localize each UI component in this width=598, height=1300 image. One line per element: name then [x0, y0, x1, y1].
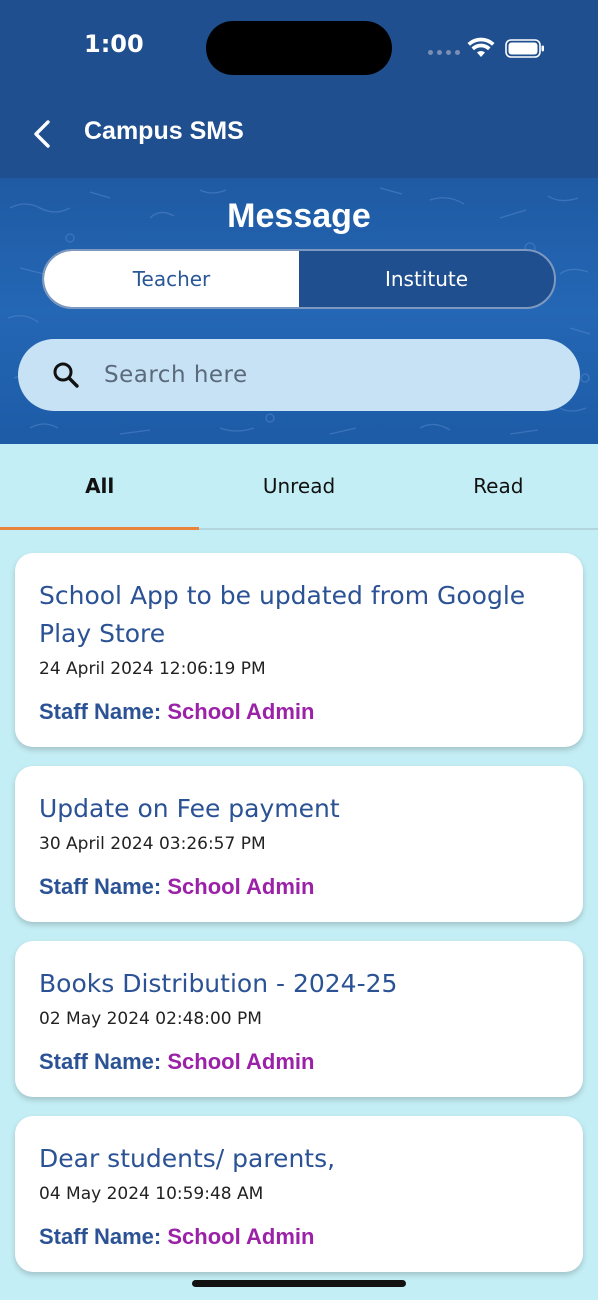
app-bar: Campus SMS: [0, 92, 598, 178]
staff-name: School Admin: [167, 874, 315, 899]
staff-label: Staff Name:: [39, 699, 162, 724]
search-bar: [18, 339, 580, 411]
message-card[interactable]: Dear students/ parents, 04 May 2024 10:5…: [15, 1116, 583, 1272]
app-title: Campus SMS: [84, 117, 244, 145]
tab-all[interactable]: All: [0, 444, 200, 530]
segment-institute[interactable]: Institute: [299, 251, 554, 307]
recipient-segmented-control: Teacher Institute: [42, 249, 556, 309]
page-title: Message: [227, 197, 371, 235]
wifi-icon: [467, 37, 495, 57]
staff-name: School Admin: [167, 699, 315, 724]
message-list: School App to be updated from Google Pla…: [15, 553, 583, 1291]
status-time: 1:00: [84, 30, 144, 58]
message-title: School App to be updated from Google Pla…: [39, 581, 526, 648]
battery-icon: [505, 39, 544, 58]
cellular-signal-icon: [428, 50, 460, 55]
staff-label: Staff Name:: [39, 874, 162, 899]
staff-label: Staff Name:: [39, 1049, 162, 1074]
staff-name: School Admin: [167, 1224, 315, 1249]
tab-read[interactable]: Read: [399, 444, 598, 528]
staff-label: Staff Name:: [39, 1224, 162, 1249]
message-staff: Staff Name: School Admin: [39, 874, 559, 900]
message-date: 04 May 2024 10:59:48 AM: [39, 1184, 264, 1204]
message-date: 30 April 2024 03:26:57 PM: [39, 834, 266, 854]
header-banner: Message Teacher Institute: [0, 178, 598, 444]
dynamic-island: [206, 21, 392, 75]
search-icon: [53, 362, 79, 388]
message-title: Update on Fee payment: [39, 794, 340, 823]
message-date: 24 April 2024 12:06:19 PM: [39, 659, 266, 679]
message-card[interactable]: School App to be updated from Google Pla…: [15, 553, 583, 747]
message-staff: Staff Name: School Admin: [39, 1224, 559, 1250]
staff-name: School Admin: [167, 1049, 315, 1074]
message-card[interactable]: Update on Fee payment 30 April 2024 03:2…: [15, 766, 583, 922]
message-date: 02 May 2024 02:48:00 PM: [39, 1009, 262, 1029]
message-card[interactable]: Books Distribution - 2024-25 02 May 2024…: [15, 941, 583, 1097]
tab-unread[interactable]: Unread: [199, 444, 398, 528]
status-bar: 1:00: [0, 0, 598, 92]
segment-teacher[interactable]: Teacher: [44, 251, 299, 307]
search-input[interactable]: [104, 362, 524, 388]
message-title: Dear students/ parents,: [39, 1144, 336, 1173]
message-filter-tabs: All Unread Read: [0, 444, 598, 530]
message-title: Books Distribution - 2024-25: [39, 969, 398, 998]
home-indicator: [192, 1280, 406, 1287]
message-staff: Staff Name: School Admin: [39, 1049, 559, 1075]
message-staff: Staff Name: School Admin: [39, 699, 559, 725]
back-icon[interactable]: [26, 116, 56, 152]
